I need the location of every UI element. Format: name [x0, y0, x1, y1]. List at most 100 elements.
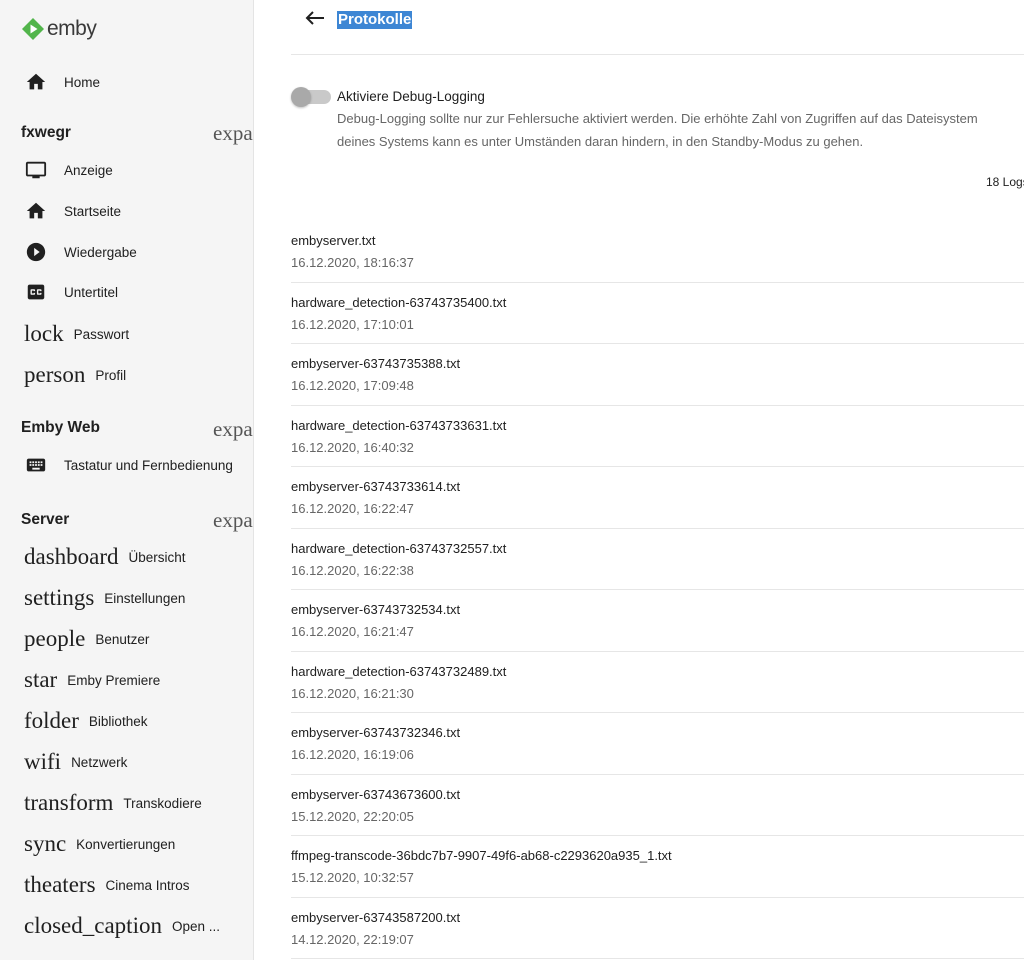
list-item[interactable]: hardware_detection-63743735400.txt 16.12…	[291, 283, 1024, 344]
log-date: 16.12.2020, 16:22:47	[291, 501, 414, 516]
list-item[interactable]: ffmpeg-transcode-36bdc7b7-9907-49f6-ab68…	[291, 836, 1024, 898]
star-icon: star	[24, 667, 58, 692]
log-filename: hardware_detection-63743732489.txt	[291, 663, 507, 679]
log-filename: ffmpeg-transcode-36bdc7b7-9907-49f6-ab68…	[291, 848, 672, 863]
list-item[interactable]: embyserver-63743735388.txt 16.12.2020, 1…	[291, 344, 1024, 406]
closed-caption-icon: closed_caption	[24, 913, 162, 938]
log-date: 16.12.2020, 16:22:38	[291, 562, 414, 578]
log-filename: embyserver-63743732346.txt	[291, 725, 461, 740]
log-date: 16.12.2020, 16:21:30	[291, 685, 414, 701]
sidebar-item-untertitel[interactable]: Untertitel	[0, 280, 253, 304]
sidebar-section-user-title: fxwegr	[21, 124, 71, 141]
log-filename: embyserver.txt	[291, 233, 376, 248]
sidebar-item-open-subtitles[interactable]: closed_caption Open ...	[0, 912, 253, 940]
sidebar-item-einstellungen[interactable]: settings Einstellungen	[0, 584, 253, 612]
log-filename: embyserver-63743735388.txt	[291, 356, 461, 371]
sidebar-item-label: Transkodiere	[123, 795, 202, 811]
sidebar-item-netzwerk[interactable]: wifi Netzwerk	[0, 748, 253, 776]
list-item[interactable]: hardware_detection-63743733631.txt 16.12…	[291, 406, 1024, 467]
log-list: embyserver.txt 16.12.2020, 18:16:37 hard…	[291, 221, 1024, 959]
emby-logo[interactable]: emby	[21, 16, 97, 42]
log-date: 15.12.2020, 22:20:05	[291, 808, 414, 824]
sidebar-section-server-expand[interactable]: expand_more	[213, 508, 253, 533]
list-item[interactable]: embyserver-63743732534.txt 16.12.2020, 1…	[291, 590, 1024, 652]
sidebar-item-passwort[interactable]: lock Passwort	[0, 320, 253, 348]
sidebar-item-label: Emby Premiere	[67, 672, 161, 688]
sidebar-item-label: Passwort	[73, 326, 130, 342]
monitor-icon	[0, 159, 64, 181]
sidebar-section-user-expand[interactable]: expand_more	[213, 121, 253, 146]
log-filename: embyserver-63743733614.txt	[291, 479, 461, 494]
sidebar-item-label: Cinema Intros	[105, 877, 190, 893]
sidebar-item-label: Einstellungen	[104, 590, 186, 606]
back-button[interactable]	[304, 9, 326, 27]
transform-icon: transform	[24, 790, 114, 815]
log-date: 16.12.2020, 17:09:48	[291, 378, 414, 393]
sidebar-item-uebersicht[interactable]: dashboard Übersicht	[0, 543, 253, 571]
sidebar-item-wiedergabe[interactable]: Wiedergabe	[0, 240, 253, 264]
closed-caption-icon	[0, 281, 64, 303]
theaters-icon: theaters	[24, 872, 96, 897]
log-date: 14.12.2020, 22:19:07	[291, 931, 414, 947]
sidebar-item-tastatur[interactable]: Tastatur und Fernbedienung	[0, 453, 253, 477]
main-content: Protokolle Aktiviere Debug-Logging Debug…	[254, 0, 1024, 960]
log-date: 16.12.2020, 16:40:32	[291, 439, 414, 455]
list-item[interactable]: embyserver.txt 16.12.2020, 18:16:37	[291, 221, 1024, 283]
emby-logo-icon	[22, 18, 44, 40]
log-date: 16.12.2020, 16:21:47	[291, 624, 414, 639]
sidebar-item-emby-premiere[interactable]: star Emby Premiere	[0, 666, 253, 694]
home-icon	[0, 200, 64, 222]
sidebar-item-label: Wiedergabe	[64, 244, 137, 260]
debug-logging-toggle[interactable]	[291, 87, 331, 107]
sidebar-item-label: Anzeige	[64, 162, 113, 178]
sidebar-item-label: Benutzer	[95, 631, 150, 647]
log-filename: hardware_detection-63743735400.txt	[291, 294, 507, 310]
list-item[interactable]: embyserver-63743732346.txt 16.12.2020, 1…	[291, 713, 1024, 775]
sidebar-item-label: Bibliothek	[88, 713, 148, 729]
arrow-left-icon	[305, 11, 324, 25]
log-filename: hardware_detection-63743733631.txt	[291, 417, 507, 433]
sidebar-item-konvertierungen[interactable]: sync Konvertierungen	[0, 830, 253, 858]
log-filename: embyserver-63743673600.txt	[291, 786, 461, 802]
sidebar-item-label: Home	[64, 74, 101, 90]
sidebar: emby Home fxwegr expand_more Anzeige Sta…	[0, 0, 254, 960]
sidebar-item-bibliothek[interactable]: folder Bibliothek	[0, 707, 253, 735]
sidebar-item-label: Untertitel	[64, 284, 119, 300]
log-date: 16.12.2020, 18:16:37	[291, 255, 414, 270]
sidebar-item-benutzer[interactable]: people Benutzer	[0, 625, 253, 653]
debug-description-line: deines Systems kann es unter Umständen d…	[337, 133, 864, 149]
page-title: Protokolle	[337, 11, 413, 29]
sidebar-item-label: Übersicht	[128, 549, 186, 565]
keyboard-icon	[0, 454, 64, 476]
sidebar-section-server-title: Server	[21, 511, 70, 528]
sidebar-item-cinema-intros[interactable]: theaters Cinema Intros	[0, 871, 253, 899]
sidebar-item-home[interactable]: Home	[0, 70, 253, 94]
sidebar-item-label: Profil	[95, 367, 127, 383]
list-item[interactable]: hardware_detection-63743732489.txt 16.12…	[291, 652, 1024, 713]
log-filename: hardware_detection-63743732557.txt	[291, 540, 507, 556]
folder-icon: folder	[24, 708, 79, 733]
list-item[interactable]: embyserver-63743733614.txt 16.12.2020, 1…	[291, 467, 1024, 529]
sidebar-section-web-expand[interactable]: expand_more	[213, 417, 253, 442]
wifi-icon: wifi	[24, 749, 62, 774]
sidebar-item-label: Startseite	[64, 203, 122, 219]
sidebar-item-transkodiere[interactable]: transform Transkodiere	[0, 789, 253, 817]
log-filename: embyserver-63743732534.txt	[291, 602, 461, 617]
sync-icon: sync	[24, 831, 67, 856]
dashboard-icon: dashboard	[24, 544, 119, 569]
list-item[interactable]: embyserver-63743673600.txt 15.12.2020, 2…	[291, 775, 1024, 836]
log-date: 15.12.2020, 10:32:57	[291, 870, 414, 885]
sidebar-item-label: Tastatur und Fernbedienung	[64, 457, 233, 473]
sidebar-item-anzeige[interactable]: Anzeige	[0, 158, 253, 182]
sidebar-item-startseite[interactable]: Startseite	[0, 199, 253, 223]
list-item[interactable]: hardware_detection-63743732557.txt 16.12…	[291, 529, 1024, 590]
sidebar-item-label: Konvertierungen	[76, 836, 176, 852]
debug-logging-label: Aktiviere Debug-Logging	[337, 89, 485, 104]
sidebar-item-profil[interactable]: person Profil	[0, 361, 253, 389]
logs-count: 18 Logs	[986, 175, 1024, 189]
sidebar-item-label: Open ...	[171, 918, 220, 934]
log-filename: embyserver-63743587200.txt	[291, 909, 461, 925]
list-item[interactable]: embyserver-63743587200.txt 14.12.2020, 2…	[291, 898, 1024, 959]
play-circle-icon	[0, 241, 64, 263]
sidebar-item-label: Netzwerk	[71, 754, 128, 770]
